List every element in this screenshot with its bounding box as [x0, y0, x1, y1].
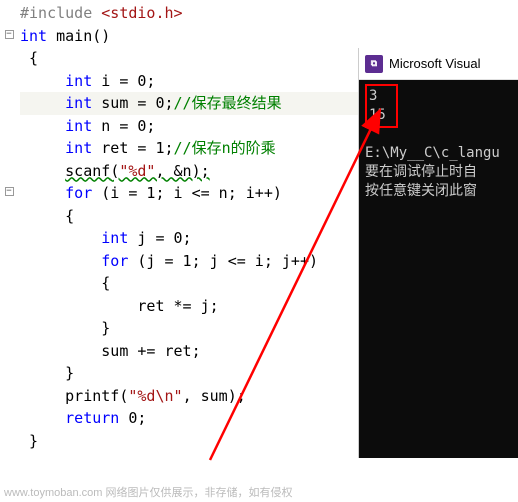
console-output-value: 15 [369, 106, 386, 125]
visual-studio-icon: ⧉ [365, 55, 383, 73]
console-output[interactable]: 3 15 E:\My__C\c_langu 要在调试停止时自 按任意键关闭此窗 [359, 80, 518, 458]
console-message: 要在调试停止时自 [365, 163, 512, 182]
window-title-bar[interactable]: ⧉ Microsoft Visual [359, 48, 518, 80]
code-line: −int main() [20, 25, 518, 48]
console-message: 按任意键关闭此窗 [365, 182, 512, 201]
comment: //保存n的阶乘 [174, 139, 276, 157]
code-line: #include <stdio.h> [20, 2, 518, 25]
console-window: ⧉ Microsoft Visual 3 15 E:\My__C\c_langu… [358, 48, 518, 458]
comment: //保存最终结果 [174, 94, 282, 112]
include-header: <stdio.h> [101, 4, 182, 22]
console-input-value: 3 [369, 87, 386, 106]
console-path: E:\My__C\c_langu [365, 144, 512, 163]
window-title: Microsoft Visual [389, 56, 481, 71]
preprocessor: #include [20, 4, 101, 22]
highlight-box: 3 15 [365, 84, 398, 128]
scanf-call: scanf("%d", &n); [65, 162, 210, 180]
collapse-icon[interactable]: − [2, 182, 16, 199]
collapse-icon[interactable]: − [2, 25, 16, 42]
watermark: www.toymoban.com 网络图片仅供展示，非存储，如有侵权 [4, 484, 292, 500]
